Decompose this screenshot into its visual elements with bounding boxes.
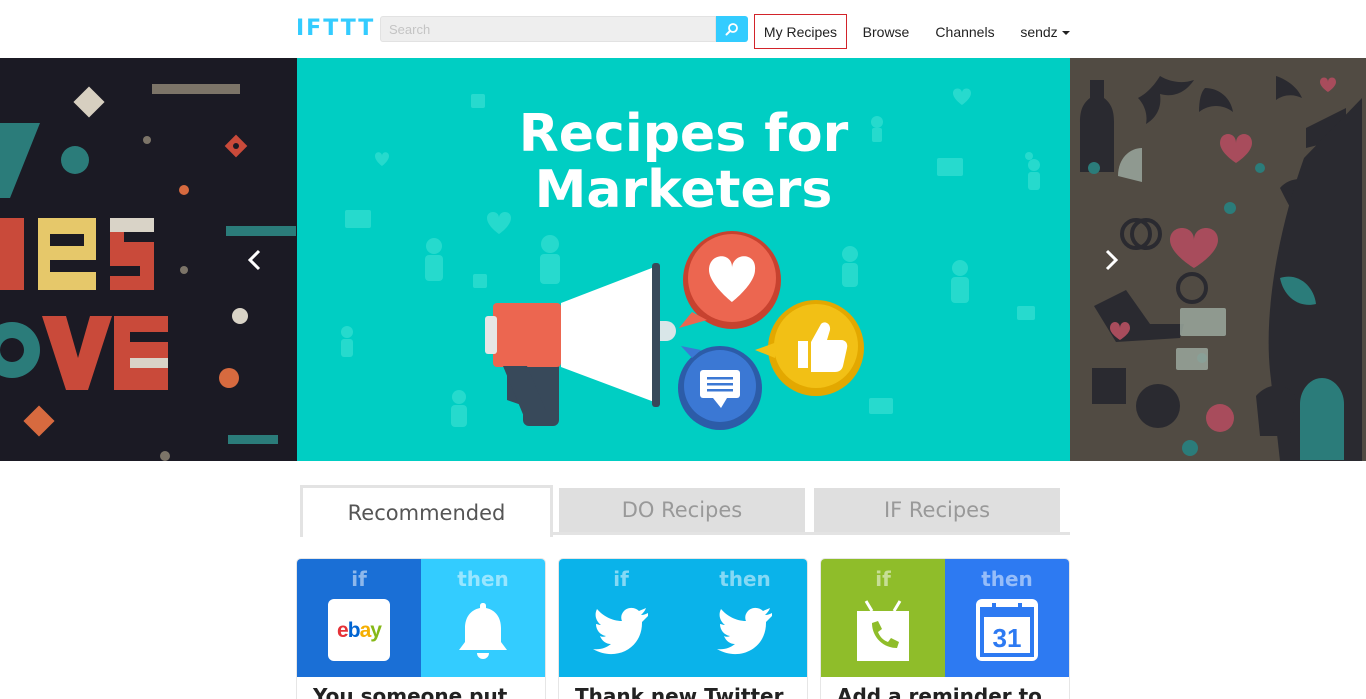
recipe-description: Thank new Twitter... <box>559 677 807 699</box>
android-phone-icon <box>852 599 914 661</box>
chat-bubble-icon <box>678 346 762 430</box>
twitter-icon <box>714 599 776 661</box>
svg-text:31: 31 <box>993 623 1022 653</box>
recipe-action: then <box>683 559 807 677</box>
recipe-trigger: if ebay <box>297 559 421 677</box>
search-input[interactable] <box>380 16 716 42</box>
nav-my-recipes[interactable]: My Recipes <box>754 14 847 49</box>
nav-browse[interactable]: Browse <box>857 14 915 49</box>
recipe-action: then 31 <box>945 559 1069 677</box>
chevron-left-icon <box>247 249 261 271</box>
carousel-next-button[interactable] <box>1098 248 1122 272</box>
recipe-trigger: if <box>559 559 683 677</box>
tabs-divider <box>553 532 1070 535</box>
recipe-trigger: if <box>821 559 945 677</box>
recipe-description: Add a reminder to... <box>821 677 1069 699</box>
recipe-card[interactable]: if then Thank new Twitter... <box>559 559 807 699</box>
carousel-slide-current[interactable]: Recipes for Marketers <box>297 58 1070 461</box>
carousel-prev-button[interactable] <box>244 248 268 272</box>
search-icon <box>725 23 738 36</box>
recipe-tabs: Recommended DO Recipes IF Recipes <box>298 485 1070 537</box>
twitter-icon <box>590 599 652 661</box>
carousel-title: Recipes for Marketers <box>518 104 849 220</box>
recipe-card[interactable]: if then 31 Add a reminder to... <box>821 559 1069 699</box>
recipe-card[interactable]: if ebay then You someone put... <box>297 559 545 699</box>
notification-bell-icon <box>452 599 514 661</box>
top-header: IFTTT My Recipes Browse Channels sendz <box>0 0 1366 58</box>
recipe-action: then <box>421 559 545 677</box>
recipe-description: You someone put... <box>297 677 545 699</box>
nav-channels[interactable]: Channels <box>930 14 1000 49</box>
user-menu[interactable]: sendz <box>1015 14 1075 49</box>
tab-do-recipes[interactable]: DO Recipes <box>559 488 805 532</box>
google-calendar-icon: 31 <box>976 599 1038 661</box>
chevron-down-icon <box>1061 30 1070 35</box>
svg-text:ebay: ebay <box>337 619 382 642</box>
chevron-right-icon <box>1105 249 1119 271</box>
tab-recommended[interactable]: Recommended <box>300 485 553 537</box>
tab-if-recipes[interactable]: IF Recipes <box>814 488 1060 532</box>
search-button[interactable] <box>716 16 748 42</box>
ebay-icon: ebay <box>328 599 390 661</box>
ifttt-logo[interactable]: IFTTT <box>296 18 375 40</box>
hero-carousel: Recipes for Marketers <box>0 58 1366 461</box>
